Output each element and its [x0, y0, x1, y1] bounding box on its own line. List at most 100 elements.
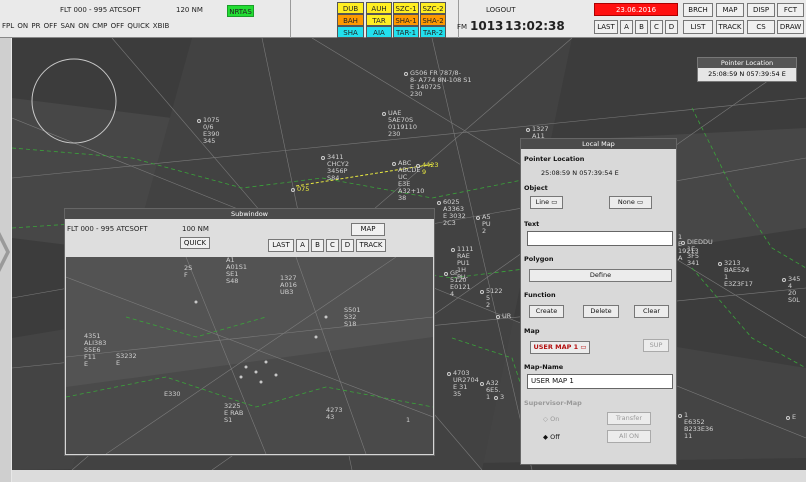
supervisor-on-radio[interactable]: ◇ On [543, 415, 559, 423]
tile-sha2[interactable]: SHA-2 [420, 14, 446, 26]
last-button[interactable]: LAST [594, 20, 618, 34]
mapname-input[interactable]: USER MAP 1 [527, 374, 673, 389]
subwindow-track-label[interactable]: 4273 43 [326, 407, 343, 421]
aircraft-target-icon[interactable] [197, 119, 201, 123]
local-map-panel[interactable]: Local Map Pointer Location 25:08:59 N 05… [520, 138, 677, 465]
logout-button[interactable]: LOGOUT [486, 5, 516, 16]
tile-szc1[interactable]: SZC-1 [393, 2, 419, 14]
aircraft-target-icon[interactable] [786, 416, 790, 420]
object-type-select[interactable]: Line ▭ [530, 196, 563, 209]
filter-range-label[interactable]: FLT 000 - 995 ATCSOFT [60, 5, 141, 16]
subwindow-track-button[interactable]: TRACK [356, 239, 386, 252]
aircraft-target-icon[interactable] [782, 278, 786, 282]
subwindow-title[interactable]: Subwindow [65, 209, 434, 219]
track-label[interactable]: 345 4 20 S0L [788, 276, 800, 304]
tile-tar[interactable]: TAR [366, 14, 392, 26]
aircraft-target-icon[interactable] [447, 372, 451, 376]
tile-tar1[interactable]: TAR-1 [393, 26, 419, 38]
aircraft-target-icon[interactable] [444, 272, 448, 276]
aircraft-target-icon[interactable] [480, 382, 484, 386]
subwindow[interactable]: Subwindow FLT 000 - 995 ATCSOFT 100 NM Q… [64, 208, 435, 456]
subwindow-b-button[interactable]: B [311, 239, 324, 252]
subwindow-quick-button[interactable]: QUICK [180, 237, 210, 249]
tile-dub[interactable]: DUB [337, 2, 364, 14]
aircraft-target-icon[interactable] [476, 216, 480, 220]
subwindow-track-label[interactable]: A1 A01S1 SE1 S48 [226, 257, 247, 285]
track-label[interactable]: E [792, 414, 796, 421]
tile-tar2[interactable]: TAR-2 [420, 26, 446, 38]
aircraft-target-icon[interactable] [382, 112, 386, 116]
subwindow-track-label[interactable]: 3225 E RAB S1 [224, 403, 243, 424]
subwindow-track-label[interactable]: 4351 ALI383 S5E6 F11 E [84, 333, 106, 368]
subwindow-c-button[interactable]: C [326, 239, 339, 252]
aircraft-target-icon[interactable] [437, 201, 441, 205]
subwindow-track-label[interactable]: 2S F [184, 265, 192, 279]
aircraft-target-icon[interactable] [291, 188, 295, 192]
aircraft-target-icon[interactable] [496, 315, 500, 319]
track-label[interactable]: 3213 BAE524 1 E3Z3F17 [724, 260, 753, 288]
delete-button[interactable]: Delete [583, 305, 619, 318]
subwindow-a-button[interactable]: A [296, 239, 309, 252]
subwindow-map[interactable]: A1 A01S1 SE1 S48 2S F 1327 A016 UB3 S501 S32 S18 435… [66, 257, 433, 454]
create-button[interactable]: Create [529, 305, 564, 318]
subwindow-map-button[interactable]: MAP [351, 223, 385, 236]
subwindow-track-label[interactable]: 1 [406, 417, 410, 424]
define-button[interactable]: Define [529, 269, 672, 282]
track-label[interactable]: 5122 5 2 [486, 288, 503, 309]
brch-button[interactable]: BRCH [683, 3, 713, 17]
tile-bah[interactable]: BAH [337, 14, 364, 26]
subwindow-filter[interactable]: FLT 000 - 995 ATCSOFT [67, 225, 148, 233]
tile-sha1[interactable]: SHA-1 [393, 14, 419, 26]
object-style-select[interactable]: None ▭ [609, 196, 652, 209]
map-button[interactable]: MAP [716, 3, 744, 17]
tile-szc2[interactable]: SZC-2 [420, 2, 446, 14]
subwindow-track-label[interactable]: E330 [164, 391, 181, 398]
tile-sha[interactable]: SHA [337, 26, 364, 38]
track-label[interactable]: G506 FR 787/8- 8- A774 8N-108 S1 E 140725 2… [410, 70, 472, 98]
subwindow-range[interactable]: 100 NM [182, 225, 209, 233]
track-label[interactable]: UAE 5AE70S 0119110 230 [388, 110, 417, 138]
aircraft-target-icon[interactable] [416, 164, 420, 168]
transfer-button[interactable]: Transfer [607, 412, 651, 425]
fct-button[interactable]: FCT [777, 3, 804, 17]
aircraft-target-icon[interactable] [494, 396, 498, 400]
aircraft-target-icon[interactable] [480, 290, 484, 294]
disp-button[interactable]: DISP [747, 3, 775, 17]
track-label[interactable]: 3411 CHCY2 3456P S84 [327, 154, 349, 182]
track-label[interactable]: 6025 A3363 E 3032 2C3 [443, 199, 466, 227]
track-label[interactable]: 4423 9 [422, 162, 439, 176]
supervisor-off-radio[interactable]: ◆ Off [543, 433, 560, 441]
tile-aia[interactable]: AIA [366, 26, 392, 38]
track-label[interactable]: 1 E6352 B233E36 11 [684, 412, 713, 440]
preset-c-button[interactable]: C [650, 20, 663, 34]
sup-button[interactable]: SUP [643, 339, 669, 352]
map-select[interactable]: USER MAP 1 ▭ [530, 341, 590, 354]
toggle-row[interactable]: FPL ON PR OFF SAN ON CMP OFF QUICK XBIB [2, 21, 169, 32]
track-label[interactable]: A5 PU 2 [482, 214, 491, 235]
clear-button[interactable]: Clear [634, 305, 669, 318]
text-input[interactable] [527, 231, 673, 246]
subwindow-last-button[interactable]: LAST [268, 239, 294, 252]
subwindow-d-button[interactable]: D [341, 239, 354, 252]
track-label[interactable]: 3 [500, 394, 504, 401]
aircraft-target-icon[interactable] [718, 262, 722, 266]
tile-auh[interactable]: AUH [366, 2, 392, 14]
track-label[interactable]: 1 E 19213 A [678, 234, 699, 262]
track-label[interactable]: GF 5120 E0121 4 [450, 270, 471, 298]
nrtas-indicator[interactable]: NRTAS [227, 5, 254, 17]
draw-button[interactable]: DRAW [777, 20, 804, 34]
aircraft-target-icon[interactable] [392, 162, 396, 166]
aircraft-target-icon[interactable] [321, 156, 325, 160]
aircraft-target-icon[interactable] [451, 248, 455, 252]
range-label[interactable]: 120 NM [176, 5, 203, 16]
track-label[interactable]: 075 [297, 186, 309, 193]
all-on-button[interactable]: All ON [607, 430, 651, 443]
subwindow-track-label[interactable]: 1327 A016 UB3 [280, 275, 297, 296]
track-label[interactable]: 4703 UR2704 E 31 35 [453, 370, 479, 398]
track-button[interactable]: TRACK [716, 20, 744, 34]
track-label[interactable]: UR [502, 313, 511, 320]
aircraft-target-icon[interactable] [526, 128, 530, 132]
subwindow-track-label[interactable]: S501 S32 S18 [344, 307, 361, 328]
local-map-title[interactable]: Local Map [521, 139, 676, 149]
aircraft-target-icon[interactable] [678, 414, 682, 418]
